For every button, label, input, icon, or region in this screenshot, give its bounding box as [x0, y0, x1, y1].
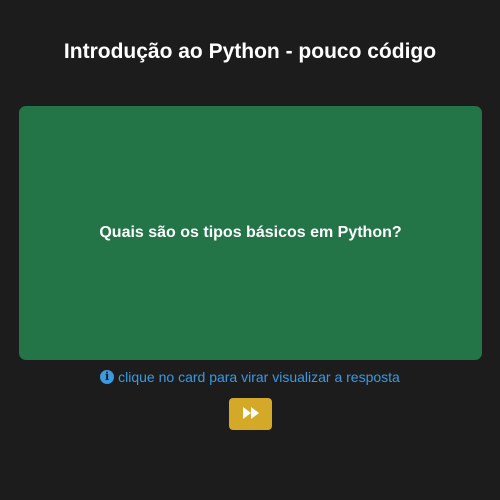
flip-hint-text: clique no card para virar visualizar a r… — [118, 369, 400, 385]
info-icon: i — [100, 370, 115, 384]
flashcard[interactable]: Quais são os tipos básicos em Python? — [19, 106, 482, 360]
page-title: Introdução ao Python - pouco código — [63, 40, 437, 63]
flip-hint: i clique no card para virar visualizar a… — [0, 369, 500, 385]
flashcard-question: Quais são os tipos básicos em Python? — [99, 224, 402, 241]
fast-forward-icon — [242, 406, 260, 423]
next-card-button[interactable] — [229, 398, 272, 430]
